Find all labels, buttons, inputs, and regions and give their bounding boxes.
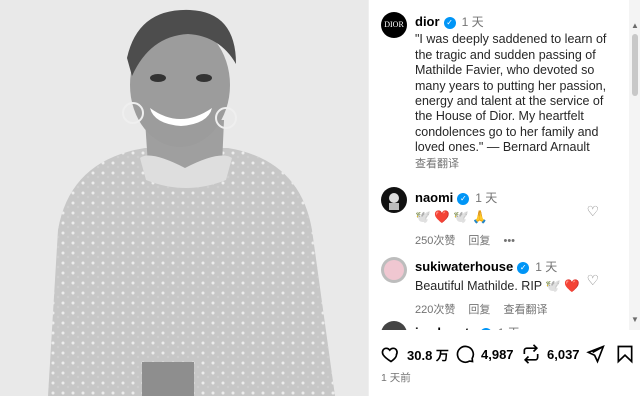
verified-icon: ✓: [479, 327, 492, 330]
verified-icon: ✓: [517, 261, 530, 274]
heart-icon: [381, 347, 398, 363]
post-caption: dior ✓ 1 天 "I was deeply saddened to learn…: [415, 14, 620, 172]
post-author[interactable]: dior: [415, 14, 440, 29]
comment-sukiwaterhouse: sukiwaterhouse ✓ 1 天 Beautiful Mathilde. R…: [415, 258, 615, 317]
see-translation-link[interactable]: 查看翻译: [503, 304, 547, 316]
post-time: 1 天: [461, 15, 484, 29]
post-detail-panel: DIOR dior ✓ 1 天 "I was deeply saddened to …: [368, 0, 640, 396]
like-button[interactable]: 30.8 万: [381, 342, 449, 366]
sukiwaterhouse-avatar[interactable]: [381, 257, 407, 283]
repost-count: 6,037: [547, 346, 580, 362]
comment-likes[interactable]: 250次赞: [415, 235, 455, 247]
comment-count: 4,987: [481, 346, 514, 362]
reply-button[interactable]: 回复: [468, 304, 490, 316]
like-comment-heart-icon[interactable]: ♡: [586, 272, 599, 289]
comment-actions: 250次赞 回复 •••: [415, 232, 615, 248]
comment-user[interactable]: sukiwaterhouse: [415, 259, 513, 274]
more-options-icon[interactable]: •••: [503, 235, 515, 247]
repost-button[interactable]: 6,037: [521, 342, 580, 366]
comments-scroll-area[interactable]: DIOR dior ✓ 1 天 "I was deeply saddened to …: [369, 0, 627, 330]
send-icon: [586, 345, 605, 364]
post-photo: [0, 0, 368, 396]
comment-actions: 220次赞 回复 查看翻译: [415, 301, 615, 317]
comment-time: 1 天: [475, 191, 498, 205]
comment-iamheartz: iamheartz✓ 1 天: [415, 324, 615, 330]
comment-icon: [456, 345, 475, 364]
reply-button[interactable]: 回复: [468, 235, 490, 247]
repost-icon: [523, 344, 539, 364]
save-button[interactable]: [615, 342, 640, 366]
woman-portrait-image: [0, 0, 368, 396]
comment-text: Beautiful Mathilde. RIP 🕊️ ❤️: [415, 279, 580, 293]
verified-icon: ✓: [443, 16, 456, 29]
scroll-up-icon[interactable]: ▲: [629, 20, 640, 32]
comment-time: 1 天: [535, 260, 558, 274]
comment-naomi: naomi ✓ 1 天 🕊️ ❤️ 🕊️ 🙏 250次赞 回复 •••: [415, 189, 615, 248]
dior-avatar[interactable]: DIOR: [381, 12, 407, 38]
post-actions-bar: 30.8 万 4,987 6,037: [381, 342, 633, 366]
post-timestamp: 1 天前: [381, 372, 411, 384]
scroll-down-icon[interactable]: ▼: [629, 314, 640, 326]
caption-text: "I was deeply saddened to learn of the t…: [415, 32, 607, 155]
comment-likes[interactable]: 220次赞: [415, 304, 455, 316]
comment-time: 1 天: [498, 326, 520, 330]
comments-scrollbar[interactable]: ▲ ▼: [629, 0, 640, 330]
like-comment-heart-icon[interactable]: ♡: [586, 203, 599, 220]
verified-icon: ✓: [457, 192, 470, 205]
see-translation-link[interactable]: 查看翻译: [415, 157, 620, 172]
comment-button[interactable]: 4,987: [455, 342, 514, 366]
comment-text: 🕊️ ❤️ 🕊️ 🙏: [415, 210, 488, 224]
bookmark-icon: [617, 345, 633, 364]
scrollbar-thumb[interactable]: [632, 34, 638, 96]
naomi-avatar[interactable]: [381, 187, 407, 213]
iamheartz-avatar[interactable]: [381, 321, 407, 330]
comment-user[interactable]: iamheartz: [415, 325, 476, 330]
like-count: 30.8 万: [407, 347, 449, 363]
share-button[interactable]: [585, 342, 611, 366]
comment-user[interactable]: naomi: [415, 190, 453, 205]
